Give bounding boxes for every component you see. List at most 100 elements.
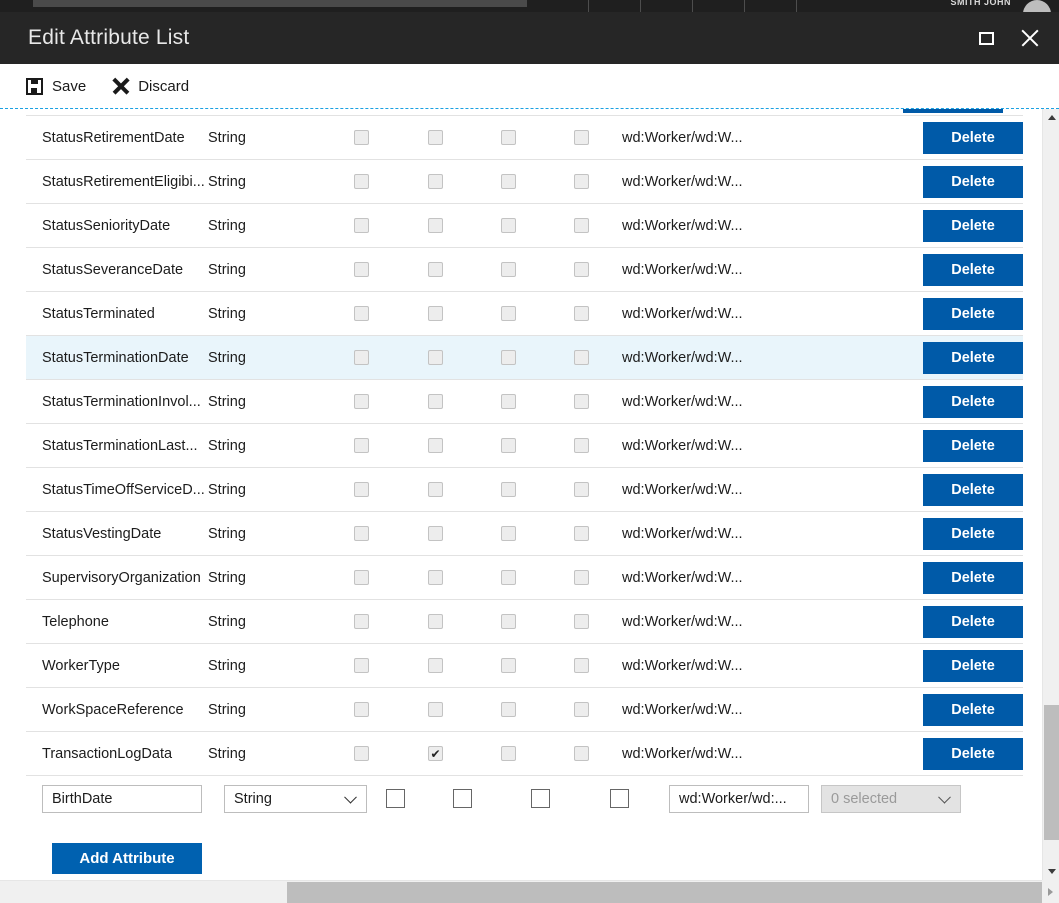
new-attribute-check-4[interactable] xyxy=(610,789,629,808)
attribute-actions-cell: Delete xyxy=(808,165,1023,198)
table-row[interactable]: StatusTimeOffServiceD... String wd:Worker/… xyxy=(26,467,1023,511)
attribute-check-4 xyxy=(574,394,589,409)
horizontal-scrollbar-thumb[interactable] xyxy=(287,882,1042,903)
delete-button-clipped[interactable] xyxy=(903,109,1003,113)
delete-button[interactable]: Delete xyxy=(923,605,1023,638)
attribute-path-cell: wd:Worker/wd:W... xyxy=(622,701,743,718)
attribute-check-4-cell xyxy=(545,526,618,541)
attribute-type-cell: String xyxy=(208,481,246,498)
attribute-check-2 xyxy=(428,306,443,321)
attribute-check-4 xyxy=(574,350,589,365)
table-row[interactable]: StatusTerminationInvol... String wd:Worker… xyxy=(26,379,1023,423)
new-attribute-check-2[interactable] xyxy=(452,789,472,808)
discard-button[interactable]: Discard xyxy=(112,78,189,95)
attribute-path-cell: wd:Worker/wd:W... xyxy=(622,129,743,146)
background-search-pill xyxy=(33,0,527,7)
add-attribute-button[interactable]: Add Attribute xyxy=(52,843,202,874)
table-row[interactable]: StatusTerminationLast... String wd:Worker/… xyxy=(26,423,1023,467)
delete-button[interactable]: Delete xyxy=(923,253,1023,286)
new-attribute-check-3[interactable] xyxy=(531,789,550,808)
attribute-check-4 xyxy=(574,614,589,629)
attribute-check-2 xyxy=(428,394,443,409)
delete-button[interactable]: Delete xyxy=(923,341,1023,374)
attribute-check-2-cell xyxy=(399,614,472,629)
attribute-check-2-cell xyxy=(399,746,472,761)
attribute-check-4-cell xyxy=(545,746,618,761)
vertical-scrollbar-thumb[interactable] xyxy=(1044,705,1059,840)
attribute-check-2 xyxy=(428,658,443,673)
delete-button[interactable]: Delete xyxy=(923,121,1023,154)
attribute-check-4-cell xyxy=(545,482,618,497)
restore-window-button[interactable] xyxy=(973,25,999,51)
attribute-rows: StatusRetirementDate String wd:Worker/wd:W… xyxy=(26,115,1023,775)
attribute-type-cell: String xyxy=(208,745,246,762)
delete-button[interactable]: Delete xyxy=(923,385,1023,418)
delete-button[interactable]: Delete xyxy=(923,209,1023,242)
horizontal-scrollbar[interactable] xyxy=(0,880,1042,903)
attribute-check-4 xyxy=(574,218,589,233)
scroll-down-button[interactable] xyxy=(1043,863,1059,880)
attribute-actions-cell: Delete xyxy=(808,693,1023,726)
delete-button[interactable]: Delete xyxy=(923,517,1023,550)
table-row[interactable]: StatusSeveranceDate String wd:Worker/wd:W.… xyxy=(26,247,1023,291)
attribute-check-3-cell xyxy=(472,174,545,189)
new-attribute-path-input[interactable] xyxy=(669,784,809,813)
delete-button[interactable]: Delete xyxy=(923,737,1023,770)
attribute-check-3-cell xyxy=(472,218,545,233)
delete-button[interactable]: Delete xyxy=(923,473,1023,506)
attribute-name-cell: StatusTerminationLast... xyxy=(42,437,198,454)
new-attribute-name-input[interactable] xyxy=(42,784,202,813)
attribute-check-3 xyxy=(501,262,516,277)
table-row[interactable]: TransactionLogData String wd:Worker/wd:W..… xyxy=(26,731,1023,775)
delete-button[interactable]: Delete xyxy=(923,693,1023,726)
attribute-check-3 xyxy=(501,482,516,497)
attribute-check-1 xyxy=(353,394,369,409)
table-row[interactable]: StatusTerminated String wd:Worker/wd:W... D… xyxy=(26,291,1023,335)
close-button[interactable] xyxy=(1017,25,1043,51)
attribute-check-4-cell xyxy=(545,218,618,233)
table-row[interactable]: SupervisoryOrganization String wd:Worker/w… xyxy=(26,555,1023,599)
table-row[interactable]: WorkSpaceReference String wd:Worker/wd:W..… xyxy=(26,687,1023,731)
delete-button[interactable]: Delete xyxy=(923,165,1023,198)
attribute-path-cell: wd:Worker/wd:W... xyxy=(622,217,743,234)
attribute-actions-cell: Delete xyxy=(808,473,1023,506)
save-button[interactable]: Save xyxy=(26,77,86,95)
table-row[interactable]: StatusSeniorityDate String wd:Worker/wd:W.… xyxy=(26,203,1023,247)
chevron-down-icon xyxy=(938,790,951,804)
attribute-check-4-cell xyxy=(545,394,618,409)
attribute-actions-cell: Delete xyxy=(808,605,1023,638)
vertical-scrollbar[interactable] xyxy=(1042,109,1059,880)
triangle-up-icon xyxy=(1047,115,1056,120)
scroll-right-button[interactable] xyxy=(1042,880,1059,903)
new-attribute-type-select[interactable]: String xyxy=(224,784,367,813)
delete-button[interactable]: Delete xyxy=(923,561,1023,594)
table-row[interactable]: StatusRetirementEligibi... String wd:Worke… xyxy=(26,159,1023,203)
table-row[interactable]: Telephone String wd:Worker/wd:W... Delete xyxy=(26,599,1023,643)
delete-button[interactable]: Delete xyxy=(923,297,1023,330)
attribute-check-1-cell xyxy=(323,526,399,541)
table-row[interactable]: StatusRetirementDate String wd:Worker/wd:W… xyxy=(26,115,1023,159)
attribute-path-cell: wd:Worker/wd:W... xyxy=(622,481,743,498)
attribute-check-4 xyxy=(574,174,589,189)
attribute-check-2 xyxy=(428,746,443,761)
triangle-down-icon xyxy=(1047,869,1056,874)
attribute-name-cell: StatusTerminationInvol... xyxy=(42,393,201,410)
attribute-name-cell: StatusVestingDate xyxy=(42,525,162,542)
attribute-check-3 xyxy=(501,394,516,409)
scroll-up-button[interactable] xyxy=(1043,109,1059,126)
attribute-name-cell: TransactionLogData xyxy=(42,745,173,762)
table-row[interactable]: WorkerType String wd:Worker/wd:W... Delete xyxy=(26,643,1023,687)
table-row[interactable]: StatusTerminationDate String wd:Worker/wd:… xyxy=(26,335,1023,379)
attribute-check-2-cell xyxy=(399,658,472,673)
attribute-check-4-cell xyxy=(545,570,618,585)
attribute-check-4-cell xyxy=(545,130,618,145)
attribute-name-cell: StatusTerminationDate xyxy=(42,349,189,366)
table-row[interactable]: StatusVestingDate String wd:Worker/wd:W...… xyxy=(26,511,1023,555)
attribute-actions-cell: Delete xyxy=(808,253,1023,286)
delete-button[interactable]: Delete xyxy=(923,649,1023,682)
close-icon xyxy=(1020,28,1040,48)
new-attribute-multiselect[interactable]: 0 selected xyxy=(821,784,961,813)
delete-button[interactable]: Delete xyxy=(923,429,1023,462)
new-attribute-check-1[interactable] xyxy=(385,789,405,808)
attribute-actions-cell: Delete xyxy=(808,737,1023,770)
